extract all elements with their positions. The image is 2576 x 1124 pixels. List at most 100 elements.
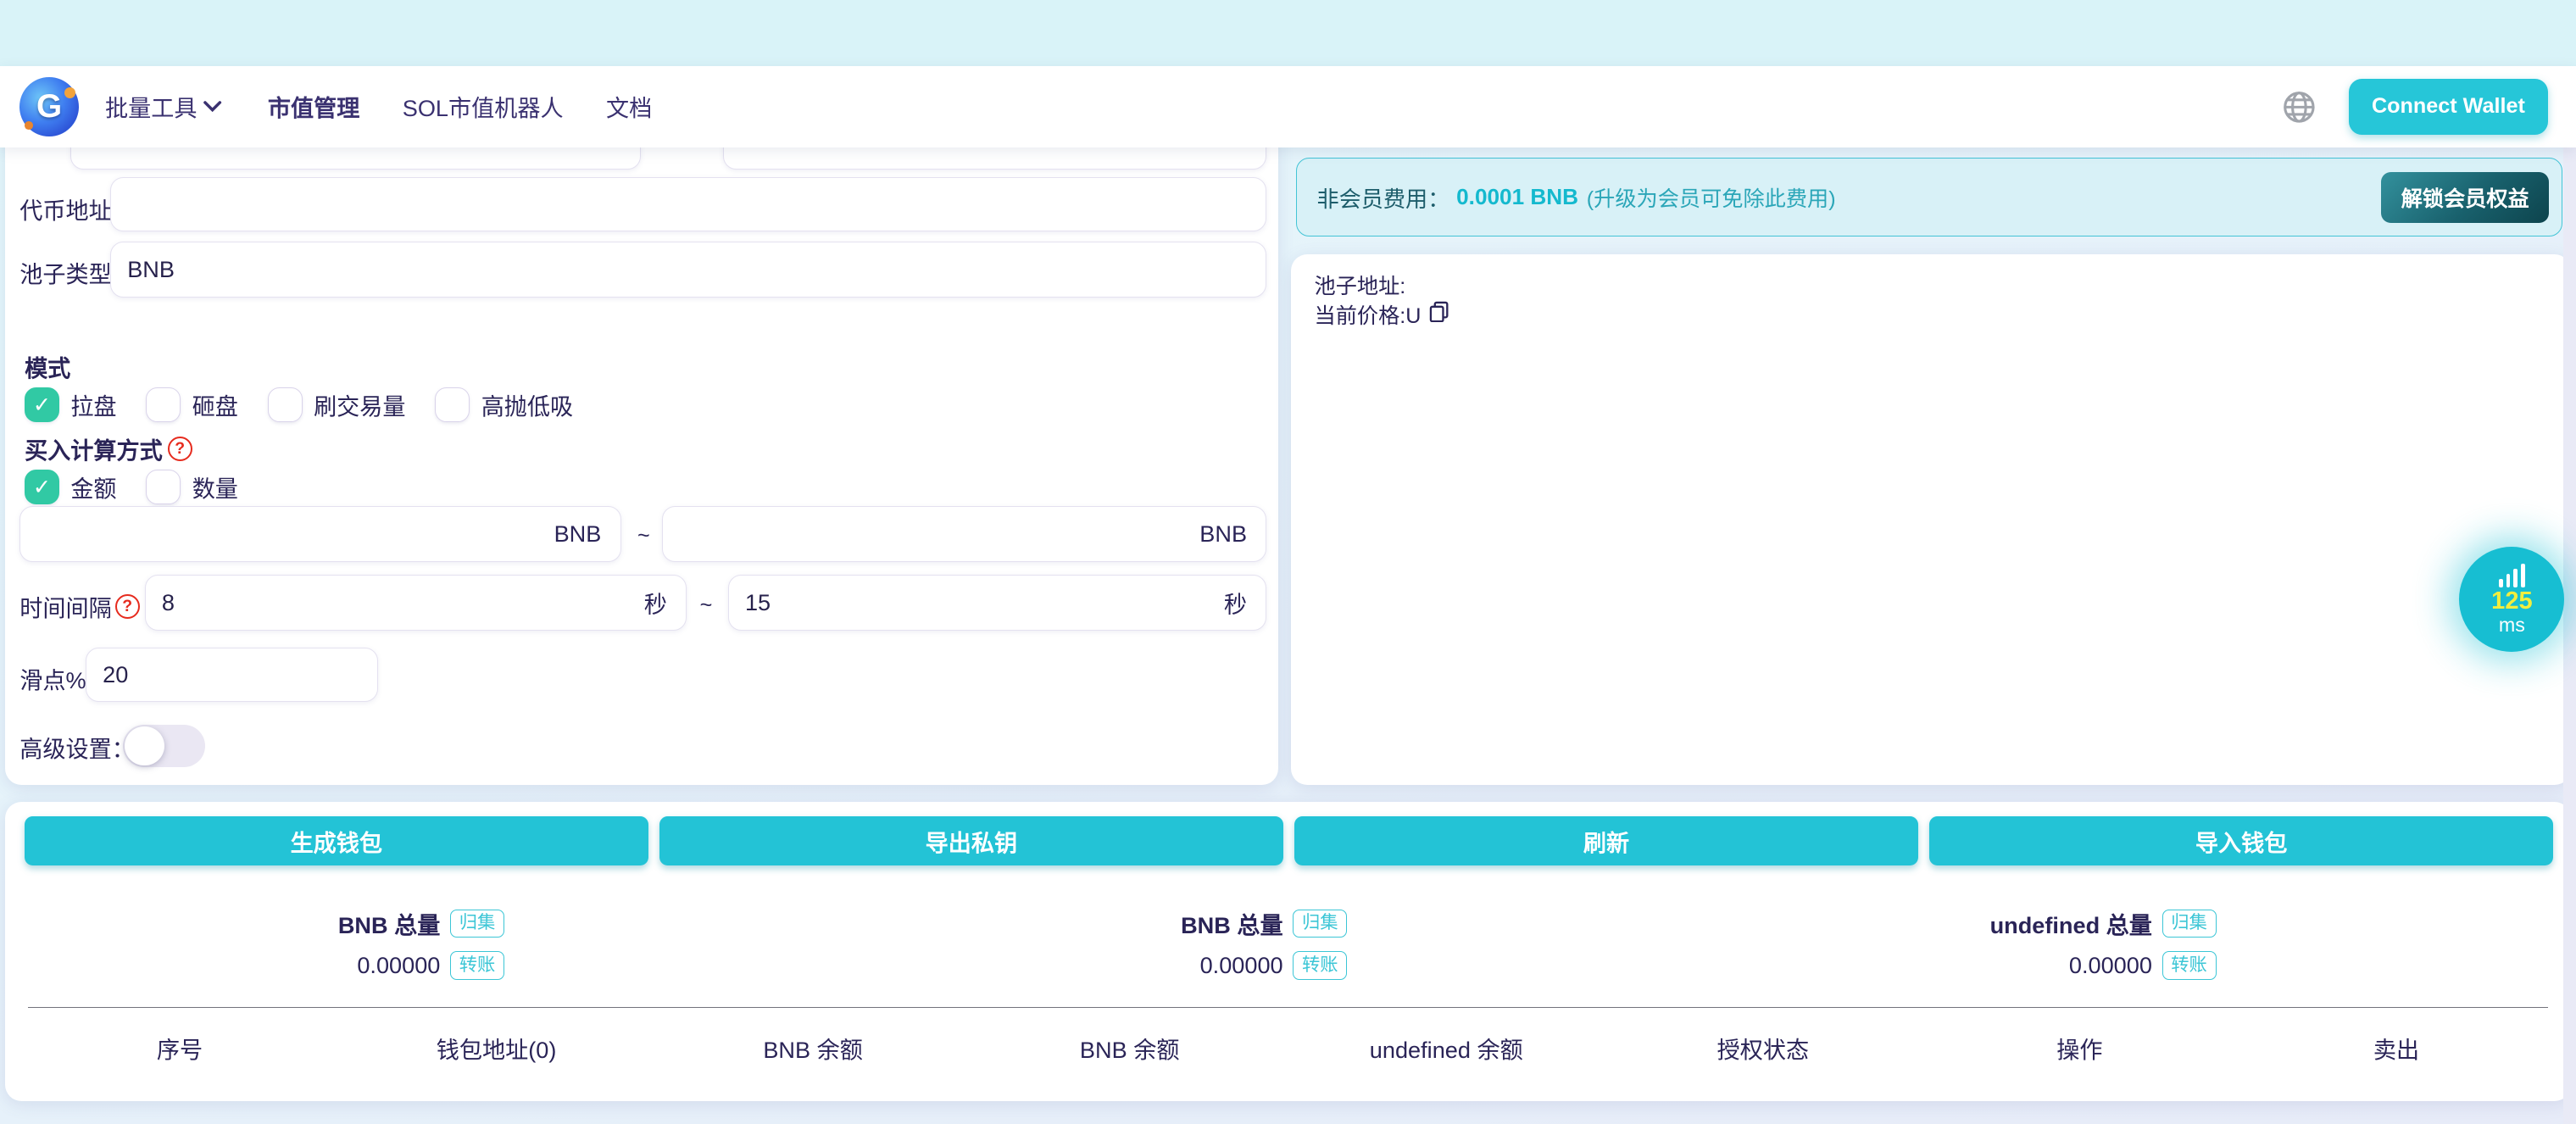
interval-min-input[interactable]: 秒 <box>145 575 687 631</box>
amount-max-field[interactable] <box>662 506 1266 562</box>
page: 代币地址 池子类型 模式 ✓ 拉盘 ✓ 砸盘 ✓ 刷交易量 ✓ 高抛低吸 <box>0 0 2576 1124</box>
nav-item-sol-bot[interactable]: SOL市值机器人 <box>403 90 564 123</box>
th-index: 序号 <box>21 1032 338 1065</box>
language-globe-icon[interactable] <box>2283 91 2316 124</box>
mode-option-label: 刷交易量 <box>314 388 406 421</box>
unlock-membership-button[interactable]: 解锁会员权益 <box>2381 172 2549 223</box>
th-operation: 操作 <box>1922 1032 2239 1065</box>
collect-button[interactable]: 归集 <box>450 910 504 938</box>
latency-badge[interactable]: 125 ms <box>2459 547 2564 652</box>
pool-address-line: 池子地址: <box>1315 270 1406 300</box>
mode-option-dump[interactable]: ✓ 砸盘 <box>146 387 238 422</box>
refresh-button[interactable]: 刷新 <box>1294 816 1918 865</box>
amount-range-separator: ~ <box>637 524 650 548</box>
checkbox-icon[interactable]: ✓ <box>146 387 181 422</box>
th-sell: 卖出 <box>2238 1032 2555 1065</box>
interval-label: 时间间隔 ? <box>19 590 139 623</box>
interval-max-field[interactable] <box>728 575 1267 631</box>
current-price-line: 当前价格:U <box>1315 299 1449 330</box>
pool-type-input[interactable] <box>110 242 1266 298</box>
buy-calc-title-text: 买入计算方式 <box>25 432 163 465</box>
export-private-key-button[interactable]: 导出私钥 <box>659 816 1283 865</box>
th-bnb-balance-2: BNB 余额 <box>971 1032 1288 1065</box>
summary-bnb-2: BNB 总量 归集 0.00000 转账 <box>1181 907 1347 980</box>
buy-calc-option-label: 金额 <box>70 470 116 504</box>
token-address-input[interactable] <box>110 177 1266 231</box>
amount-min-input[interactable]: BNB <box>19 506 620 562</box>
th-auth-status: 授权状态 <box>1605 1032 1922 1065</box>
collect-button[interactable]: 归集 <box>1293 910 1347 938</box>
top-background-strip <box>0 0 2576 66</box>
logo-letter: G <box>36 91 62 124</box>
advanced-settings-label: 高级设置： <box>19 731 135 764</box>
mode-option-pull[interactable]: ✓ 拉盘 <box>25 387 117 422</box>
summary-value: 0.00000 <box>1200 952 1283 979</box>
summary-undefined: undefined 总量 归集 0.00000 转账 <box>1990 907 2217 980</box>
batch-tools-menu[interactable]: 批量工具 <box>105 90 222 123</box>
summary-title: BNB 总量 <box>1181 907 1283 940</box>
th-wallet-address: 钱包地址(0) <box>338 1032 655 1065</box>
nav-item-docs[interactable]: 文档 <box>606 90 652 123</box>
import-wallet-button[interactable]: 导入钱包 <box>1929 816 2553 865</box>
amount-max-input[interactable]: BNB <box>662 506 1266 562</box>
fee-note: (升级为会员可免除此费用) <box>1587 182 1836 213</box>
collect-button[interactable]: 归集 <box>2162 910 2217 938</box>
mode-options: ✓ 拉盘 ✓ 砸盘 ✓ 刷交易量 ✓ 高抛低吸 <box>25 387 603 422</box>
mode-option-label: 拉盘 <box>70 388 116 421</box>
vertical-scrollbar[interactable] <box>2563 66 2576 1124</box>
interval-label-text: 时间间隔 <box>19 590 112 623</box>
summary-bnb-1: BNB 总量 归集 0.00000 转账 <box>338 907 504 980</box>
mode-option-swing[interactable]: ✓ 高抛低吸 <box>435 387 573 422</box>
mode-option-label: 高抛低吸 <box>481 388 574 421</box>
transfer-button[interactable]: 转账 <box>1293 951 1347 980</box>
top-nav: G 批量工具 市值管理 SOL市值机器人 文档 Connect Wallet <box>0 66 2576 148</box>
fee-banner: 非会员费用： 0.0001 BNB (升级为会员可免除此费用) 解锁会员权益 <box>1296 158 2562 236</box>
interval-min-field[interactable] <box>145 575 687 631</box>
pool-info-panel: 池子地址: 当前价格:U <box>1291 254 2571 785</box>
nav-item-market-cap[interactable]: 市值管理 <box>268 90 360 123</box>
connect-wallet-button[interactable]: Connect Wallet <box>2349 79 2548 135</box>
batch-tools-menu-label: 批量工具 <box>105 90 198 123</box>
latency-unit: ms <box>2499 615 2525 635</box>
copy-icon[interactable] <box>1429 301 1449 328</box>
token-address-label: 代币地址 <box>19 192 112 225</box>
amount-min-field[interactable] <box>19 506 620 562</box>
help-icon[interactable]: ? <box>168 437 192 461</box>
interval-max-input[interactable]: 秒 <box>728 575 1267 631</box>
transfer-button[interactable]: 转账 <box>2162 951 2217 980</box>
slippage-label: 滑点% <box>19 662 86 695</box>
checkbox-icon[interactable]: ✓ <box>146 470 181 504</box>
slippage-field[interactable] <box>86 648 378 702</box>
buy-calc-option-quantity[interactable]: ✓ 数量 <box>146 470 238 504</box>
signal-bars-icon <box>2499 564 2525 587</box>
pool-type-label: 池子类型 <box>19 256 112 289</box>
pool-type-field[interactable] <box>110 242 1266 298</box>
latency-value: 125 <box>2491 588 2533 615</box>
checkbox-icon[interactable]: ✓ <box>25 387 59 422</box>
mode-option-label: 砸盘 <box>192 388 238 421</box>
slippage-input[interactable] <box>86 648 378 702</box>
app-logo[interactable]: G <box>19 77 79 136</box>
help-icon[interactable]: ? <box>115 594 140 619</box>
nav-links: 市值管理 SOL市值机器人 文档 <box>268 90 652 123</box>
interval-separator: ~ <box>700 593 713 618</box>
buy-calc-options: ✓ 金额 ✓ 数量 <box>25 470 268 504</box>
buy-calc-title: 买入计算方式 ? <box>25 432 192 465</box>
settings-panel: 代币地址 池子类型 模式 ✓ 拉盘 ✓ 砸盘 ✓ 刷交易量 ✓ 高抛低吸 <box>5 98 1278 785</box>
token-address-field[interactable] <box>110 177 1266 231</box>
divider <box>28 1007 2548 1008</box>
checkbox-icon[interactable]: ✓ <box>25 470 59 504</box>
th-undefined-balance: undefined 余额 <box>1288 1032 1605 1065</box>
generate-wallet-button[interactable]: 生成钱包 <box>25 816 648 865</box>
transfer-button[interactable]: 转账 <box>450 951 504 980</box>
th-bnb-balance-1: BNB 余额 <box>654 1032 971 1065</box>
mode-title: 模式 <box>25 350 70 383</box>
advanced-settings-toggle[interactable] <box>123 725 205 767</box>
mode-option-volume[interactable]: ✓ 刷交易量 <box>268 387 406 422</box>
fee-amount: 0.0001 BNB <box>1456 184 1578 210</box>
checkbox-icon[interactable]: ✓ <box>268 387 303 422</box>
wallets-panel: 生成钱包 导出私钥 刷新 导入钱包 BNB 总量 归集 0.00000 转账 B… <box>5 802 2571 1101</box>
checkbox-icon[interactable]: ✓ <box>435 387 470 422</box>
pool-address-label: 池子地址: <box>1315 270 1406 300</box>
buy-calc-option-amount[interactable]: ✓ 金额 <box>25 470 117 504</box>
